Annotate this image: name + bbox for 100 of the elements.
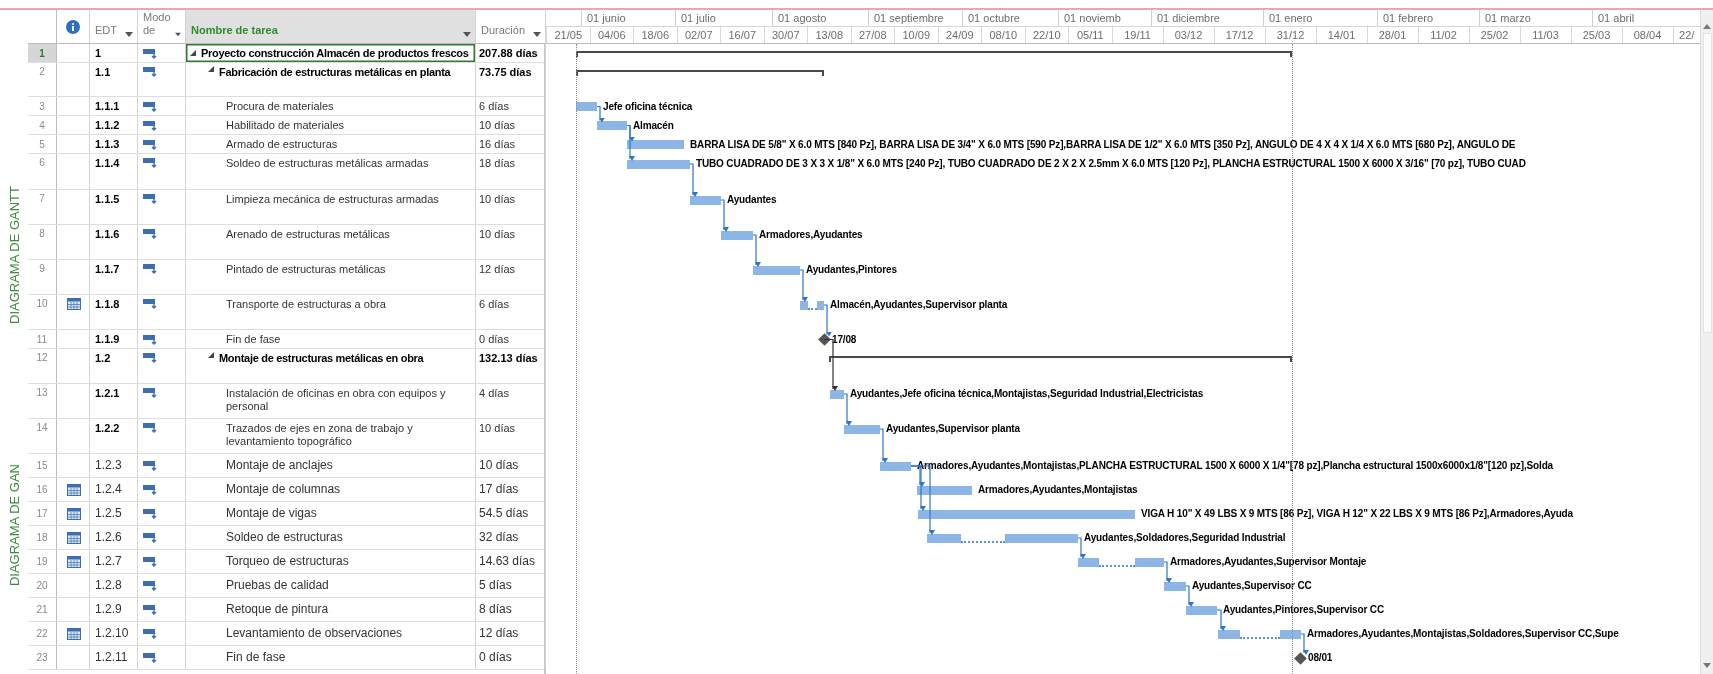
week-label: 25/03 (1570, 27, 1622, 43)
summary-bar[interactable] (576, 50, 1292, 57)
task-name[interactable]: Montaje de vigas (226, 507, 317, 520)
wbs-code: 1.2.10 (95, 627, 129, 640)
task-bar[interactable] (690, 195, 721, 205)
split-task-bar[interactable] (927, 533, 1078, 543)
task-bar[interactable] (753, 265, 800, 275)
month-label: 01 diciembre (1151, 10, 1263, 26)
split-task-bar[interactable] (1218, 629, 1301, 639)
task-name[interactable]: Procura de materiales (226, 99, 334, 113)
task-mode-icon (143, 556, 159, 567)
duration-value: 8 días (479, 603, 512, 616)
collapse-triangle-icon[interactable] (208, 66, 214, 72)
dependency-arrow (843, 393, 852, 426)
summary-bar[interactable] (829, 356, 1292, 362)
collapse-triangle-icon[interactable] (208, 352, 214, 358)
task-bar[interactable] (844, 424, 880, 434)
resource-label: Ayudantes,Pintores,Supervisor CC (1223, 603, 1384, 616)
dependency-arrow (799, 269, 808, 302)
summary-bar[interactable] (576, 70, 824, 76)
week-label: 11/03 (1519, 27, 1571, 43)
split-task-bar[interactable] (1078, 557, 1164, 567)
task-name[interactable]: Montaje de anclajes (226, 459, 333, 472)
task-bar[interactable] (830, 389, 844, 399)
task-bar[interactable] (627, 159, 690, 169)
task-name[interactable]: Montaje de estructuras metálicas en obra (219, 352, 424, 365)
task-mode-icon (143, 119, 159, 131)
task-name[interactable]: Limpieza mecánica de estructuras armadas (226, 193, 439, 206)
task-mode-icon (143, 157, 159, 168)
wbs-code: 1.2.3 (95, 459, 122, 472)
task-name[interactable]: Proyecto construcción Almacén de productos frescos (201, 46, 469, 60)
task-name[interactable]: Fin de fase (226, 651, 286, 664)
wbs-code: 1.2.9 (95, 603, 122, 616)
task-mode-icon (143, 604, 159, 615)
task-mode-icon (143, 352, 159, 363)
task-name[interactable]: Fabricación de estructuras metálicas en planta (219, 66, 451, 79)
task-name[interactable]: Montaje de columnas (226, 483, 341, 496)
task-bar[interactable] (918, 509, 1135, 519)
task-bar[interactable] (627, 140, 684, 149)
task-mode-icon (143, 460, 159, 471)
task-name[interactable]: Transporte de estructuras a obra (226, 298, 386, 311)
view-label[interactable]: DIAGRAMA DE GANTT (6, 186, 22, 324)
month-label: 01 junio (581, 10, 675, 26)
task-name[interactable]: Trazados de ejes en zona de trabajo y levantamiento topográfico (226, 422, 471, 448)
resource-label: 08/01 (1308, 651, 1333, 664)
month-label: 01 julio (675, 10, 772, 26)
duration-value: 10 días (479, 193, 516, 206)
wbs-code: 1.2.2 (95, 422, 120, 435)
resource-label: Ayudantes,Supervisor planta (886, 422, 1020, 435)
task-bar[interactable] (721, 230, 753, 240)
resource-label: Ayudantes (727, 193, 777, 206)
duration-value: 0 días (479, 651, 512, 664)
scroll-down-icon[interactable] (1703, 663, 1711, 668)
week-label: 14/01 (1315, 27, 1367, 43)
task-name[interactable]: Habilitado de materiales (226, 118, 344, 132)
dropdown-caret-icon[interactable] (175, 32, 181, 37)
duration-value: 10 días (479, 228, 516, 241)
task-name[interactable]: Fin de fase (226, 332, 281, 346)
dependency-arrow (1163, 561, 1172, 583)
week-label: 30/07 (763, 27, 807, 43)
month-label: 01 febrero (1377, 10, 1479, 26)
split-task-bar[interactable] (800, 300, 824, 310)
wbs-code: 1.2 (95, 352, 111, 365)
month-label: 01 marzo (1479, 10, 1592, 26)
task-name[interactable]: Soldeo de estructuras (226, 531, 343, 544)
wbs-code: 1.2.6 (95, 531, 122, 544)
task-name[interactable]: Torqueo de estructuras (226, 555, 349, 568)
dependency-arrow (720, 199, 729, 232)
scroll-up-icon[interactable] (1703, 24, 1711, 29)
scrollbar-thumb[interactable] (1702, 33, 1712, 333)
task-bar[interactable] (1186, 605, 1217, 615)
task-name[interactable]: Instalación de oficinas en obra con equipos y personal (226, 387, 471, 413)
task-name[interactable]: Soldeo de estructuras metálicas armadas (226, 157, 429, 170)
week-label: 18/06 (633, 27, 677, 43)
resource-label: Ayudantes,Jefe oficina técnica,Montajistas,Seguridad Industrial,Electricistas (850, 387, 1204, 400)
view-label[interactable]: DIAGRAMA DE GAN (6, 463, 22, 587)
task-name[interactable]: Arenado de estructuras metálicas (226, 228, 390, 241)
duration-value: 12 días (479, 263, 516, 276)
column-header[interactable]: Nombre de tarea (186, 10, 476, 43)
vertical-scrollbar[interactable] (1700, 10, 1713, 674)
month-label: 01 octubre (962, 10, 1058, 26)
task-name[interactable]: Retoque de pintura (226, 603, 329, 616)
dropdown-caret-icon[interactable] (533, 32, 541, 37)
dropdown-caret-icon[interactable] (463, 32, 471, 37)
duration-value: 14.63 días (479, 555, 536, 568)
task-bar[interactable] (880, 461, 911, 471)
task-bar[interactable] (917, 485, 972, 495)
resource-label: Almacén (633, 118, 674, 132)
task-name[interactable]: Pintado de estructuras metálicas (226, 263, 386, 276)
collapse-triangle-icon[interactable] (190, 50, 196, 56)
task-name[interactable]: Levantamiento de observaciones (226, 627, 403, 640)
duration-value: 54.5 días (479, 507, 529, 520)
dropdown-caret-icon[interactable] (125, 32, 133, 37)
row-number[interactable]: 1 (28, 44, 57, 62)
week-label: 08/10 (981, 27, 1025, 43)
task-bar[interactable] (1164, 581, 1186, 591)
resource-label: Armadores,Ayudantes,Montajistas,Soldadores,Supervisor CC,Supe (1307, 627, 1619, 640)
task-name[interactable]: Pruebas de calidad (226, 579, 329, 592)
task-name[interactable]: Armado de estructuras (226, 137, 338, 151)
duration-value: 6 días (479, 99, 509, 113)
